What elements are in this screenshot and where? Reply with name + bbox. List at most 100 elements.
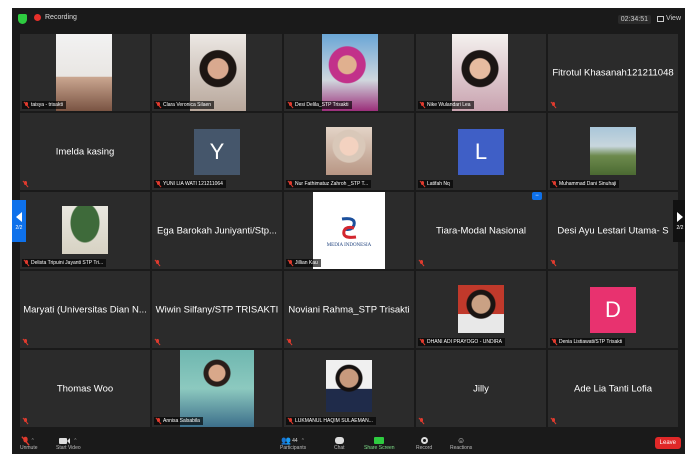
start-video-button[interactable]: ⌃ Start Video bbox=[56, 436, 81, 451]
participant-tile[interactable]: Clara Veronica Silaen bbox=[152, 34, 282, 111]
muted-mic-icon bbox=[156, 418, 161, 424]
participant-name: Annisa Salsabila bbox=[163, 418, 200, 424]
participant-tile[interactable]: Annisa Salsabila bbox=[152, 350, 282, 427]
participant-tile[interactable]: Thomas Woo bbox=[20, 350, 150, 427]
share-screen-button[interactable]: Share Screen bbox=[364, 436, 395, 451]
participant-label: LUKMANUL HAQIM SULAEMAN... bbox=[286, 417, 376, 425]
record-button[interactable]: Record bbox=[416, 436, 432, 451]
participant-tile[interactable]: Y YUNI LIA WATI 121211064 bbox=[152, 113, 282, 190]
participant-name: Maryati (Universitas Dian N... bbox=[23, 304, 147, 315]
security-shield-icon[interactable] bbox=[18, 14, 27, 24]
share-screen-label: Share Screen bbox=[364, 445, 395, 451]
participant-label: Nur Fathimatuz Zahroh _STP T... bbox=[286, 180, 372, 188]
page-indicator: 2/2 bbox=[15, 224, 23, 231]
video-feed bbox=[452, 34, 508, 111]
participant-label: Nike Wulandari Lea bbox=[418, 101, 474, 109]
participant-name: Desi Delila_STP Trisakti bbox=[295, 102, 349, 108]
participant-tile[interactable]: Muhammad Dani Sinuhaji bbox=[548, 113, 678, 190]
participant-tile[interactable]: Desi Ayu Lestari Utama- S bbox=[548, 192, 678, 269]
participant-label: YUNI LIA WATI 121211064 bbox=[154, 180, 226, 188]
chat-icon bbox=[334, 436, 344, 445]
profile-picture bbox=[458, 285, 504, 333]
participant-tile[interactable]: Desi Delila_STP Trisakti bbox=[284, 34, 414, 111]
recording-indicator[interactable]: Recording bbox=[34, 14, 77, 21]
participant-name: Delista Tripuini Jayanti STP Tri... bbox=[31, 260, 104, 266]
initial-avatar: D bbox=[590, 286, 636, 333]
participant-tile[interactable]: Noviani Rahma_STP Trisakti bbox=[284, 271, 414, 348]
reactions-label: Reactions bbox=[450, 445, 473, 451]
chevron-left-icon bbox=[16, 211, 22, 222]
participant-tile[interactable]: DHANI ADI PRAYOGO - UNDIRA bbox=[416, 271, 546, 348]
profile-picture: MEDIA INDONESIA bbox=[313, 192, 385, 269]
participant-tile[interactable]: Wiwin Silfany/STP TRISAKTI bbox=[152, 271, 282, 348]
leave-button[interactable]: Leave bbox=[654, 437, 681, 449]
profile-picture bbox=[180, 350, 254, 427]
meeting-toolbar: ⌃ Unmute ⌃ Start Video 👥 44 ⌃ Participants… bbox=[12, 434, 685, 454]
initial-avatar: Y bbox=[194, 128, 240, 175]
participant-name: LUKMANUL HAQIM SULAEMAN... bbox=[295, 418, 373, 424]
record-dot-icon bbox=[34, 14, 41, 21]
participant-name: Nike Wulandari Lea bbox=[427, 102, 471, 108]
participant-label: Clara Veronica Silaen bbox=[154, 101, 215, 109]
participant-tile[interactable]: MEDIA INDONESIA Jillian Kau bbox=[284, 192, 414, 269]
initial-avatar: L bbox=[458, 128, 504, 175]
participant-label: Denia Listiawati/STP Trisakti bbox=[550, 338, 626, 346]
participant-tile[interactable]: Maryati (Universitas Dian N... bbox=[20, 271, 150, 348]
zoom-window: Recording 02:34:51 View taisya - trisakt… bbox=[12, 8, 685, 454]
muted-mic-icon bbox=[24, 102, 29, 108]
participant-tile[interactable]: Tiara-Modal Nasional − bbox=[416, 192, 546, 269]
muted-mic-icon bbox=[551, 418, 556, 424]
participant-tile[interactable]: Ade Lia Tanti Lofia bbox=[548, 350, 678, 427]
participant-name: Imelda kasing bbox=[55, 146, 115, 157]
chat-button[interactable]: Chat bbox=[334, 436, 345, 451]
participant-label: Jillian Kau bbox=[286, 259, 321, 267]
previous-page-button[interactable]: 2/2 bbox=[12, 200, 26, 242]
unmute-button[interactable]: ⌃ Unmute bbox=[20, 436, 38, 451]
profile-picture bbox=[62, 206, 108, 254]
participants-button[interactable]: 👥 44 ⌃ Participants bbox=[280, 436, 306, 451]
participant-tile[interactable]: Nike Wulandari Lea bbox=[416, 34, 546, 111]
view-label: View bbox=[665, 15, 681, 22]
participant-name: Clara Veronica Silaen bbox=[163, 102, 212, 108]
participant-name: Muhammad Dani Sinuhaji bbox=[559, 181, 617, 187]
participant-tile[interactable]: L Latifah Nq bbox=[416, 113, 546, 190]
meeting-timer: 02:34:51 bbox=[617, 15, 651, 24]
muted-mic-icon bbox=[419, 260, 424, 266]
participant-tile[interactable]: Ega Barokah Juniyanti/Stp... bbox=[152, 192, 282, 269]
record-label: Record bbox=[416, 445, 433, 451]
muted-mic-icon bbox=[23, 339, 28, 345]
share-screen-icon bbox=[374, 436, 385, 445]
muted-mic-icon bbox=[420, 339, 425, 345]
participant-label: Latifah Nq bbox=[418, 180, 453, 188]
muted-mic-icon bbox=[288, 260, 293, 266]
options-icon[interactable]: − bbox=[532, 192, 542, 200]
muted-mic-icon bbox=[420, 181, 425, 187]
record-icon bbox=[420, 436, 428, 445]
participant-label: Desi Delila_STP Trisakti bbox=[286, 101, 352, 109]
participant-label: Delista Tripuini Jayanti STP Tri... bbox=[22, 259, 107, 267]
view-button[interactable]: View bbox=[656, 15, 681, 22]
reactions-button[interactable]: ☺ Reactions bbox=[450, 436, 472, 451]
muted-mic-icon bbox=[288, 102, 293, 108]
video-feed bbox=[56, 34, 112, 111]
participant-tile[interactable]: Imelda kasing bbox=[20, 113, 150, 190]
muted-mic-icon bbox=[551, 102, 556, 108]
logo-text: MEDIA INDONESIA bbox=[326, 243, 372, 248]
participant-tile[interactable]: LUKMANUL HAQIM SULAEMAN... bbox=[284, 350, 414, 427]
participant-tile[interactable]: Nur Fathimatuz Zahroh _STP T... bbox=[284, 113, 414, 190]
participant-tile[interactable]: Delista Tripuini Jayanti STP Tri... bbox=[20, 192, 150, 269]
recording-label: Recording bbox=[45, 14, 77, 21]
muted-mic-icon bbox=[288, 181, 293, 187]
participant-tile[interactable]: Fitrotul Khasanah121211048 bbox=[548, 34, 678, 111]
participant-tile[interactable]: Jilly bbox=[416, 350, 546, 427]
participant-name: DHANI ADI PRAYOGO - UNDIRA bbox=[427, 339, 502, 345]
muted-mic-icon bbox=[155, 260, 160, 266]
participant-tile[interactable]: taisya - trisakti bbox=[20, 34, 150, 111]
participant-name: Denia Listiawati/STP Trisakti bbox=[559, 339, 623, 345]
muted-mic-icon bbox=[551, 260, 556, 266]
media-indonesia-logo bbox=[341, 217, 357, 239]
participant-label: taisya - trisakti bbox=[22, 101, 66, 109]
chevron-right-icon bbox=[677, 211, 683, 222]
next-page-button[interactable]: 2/2 bbox=[673, 200, 685, 242]
participant-tile[interactable]: D Denia Listiawati/STP Trisakti bbox=[548, 271, 678, 348]
